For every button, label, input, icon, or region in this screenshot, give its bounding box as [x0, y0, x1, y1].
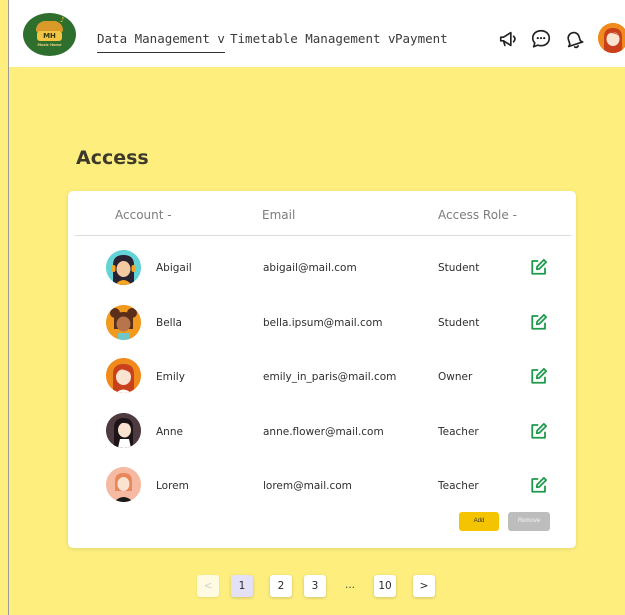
account-email: bella.ipsum@mail.com [263, 317, 383, 329]
pagination-page-10[interactable]: 10 [374, 575, 396, 597]
logo-text: MH [37, 31, 62, 41]
pagination-ellipsis: ... [344, 579, 355, 591]
music-note-icon: ♪ [60, 16, 65, 24]
edit-icon[interactable] [530, 422, 548, 440]
girl-buns-icon [106, 305, 141, 340]
table-row: Lorem lorem@mail.com Teacher [68, 462, 576, 512]
header-email: Email [262, 208, 296, 222]
megaphone-icon[interactable] [498, 28, 520, 50]
add-button[interactable]: Add [459, 512, 499, 531]
account-name: Emily [156, 371, 185, 383]
avatar [106, 305, 141, 340]
account-email: abigail@mail.com [263, 262, 357, 274]
remove-button[interactable]: Remove [508, 512, 550, 531]
access-role: Student [438, 262, 480, 274]
access-role: Teacher [438, 426, 479, 438]
chat-bubble-icon[interactable] [530, 28, 552, 50]
bell-icon[interactable] [563, 28, 585, 50]
avatar-face-icon [598, 23, 625, 53]
woman-bob-icon [106, 467, 141, 502]
account-email: anne.flower@mail.com [263, 426, 384, 438]
access-role: Teacher [438, 480, 479, 492]
pagination-next-button[interactable]: > [413, 575, 435, 597]
avatar [106, 358, 141, 393]
top-navbar: MH Music Home ♪ Data Management v Timeta… [9, 0, 625, 67]
pagination-page-1[interactable]: 1 [231, 575, 253, 597]
pagination-prev-button[interactable]: < [197, 575, 219, 597]
header-divider [75, 235, 571, 236]
user-avatar[interactable] [598, 23, 625, 53]
table-row: Bella bella.ipsum@mail.com Student [68, 297, 576, 347]
nav-payment[interactable]: Payment [395, 31, 448, 46]
account-email: lorem@mail.com [263, 480, 352, 492]
girl-headphones-icon [106, 250, 141, 285]
table-row: Abigail abigail@mail.com Student [68, 242, 576, 292]
header-account[interactable]: Account - [115, 208, 172, 222]
woman-dark-hair-icon [106, 413, 141, 448]
edit-icon[interactable] [530, 476, 548, 494]
edit-icon[interactable] [530, 367, 548, 385]
avatar [106, 250, 141, 285]
account-name: Anne [156, 426, 183, 438]
account-name: Lorem [156, 480, 189, 492]
nav-data-management[interactable]: Data Management v [97, 31, 225, 53]
girl-red-hair-icon [106, 358, 141, 393]
header-access-role[interactable]: Access Role - [438, 208, 517, 222]
edit-icon[interactable] [530, 313, 548, 331]
nav-timetable-management[interactable]: Timetable Management v [230, 31, 396, 46]
music-home-logo[interactable]: MH Music Home ♪ [23, 13, 76, 56]
avatar [106, 413, 141, 448]
pagination-page-3[interactable]: 3 [304, 575, 326, 597]
window-edge [8, 0, 9, 615]
avatar [106, 467, 141, 502]
access-role: Student [438, 317, 480, 329]
table-row: Emily emily_in_paris@mail.com Owner [68, 352, 576, 402]
access-role: Owner [438, 371, 473, 383]
edit-icon[interactable] [530, 258, 548, 276]
account-email: emily_in_paris@mail.com [263, 371, 397, 383]
account-name: Abigail [156, 262, 192, 274]
logo-subtitle: Music Home [37, 43, 62, 47]
pagination-page-2[interactable]: 2 [270, 575, 292, 597]
table-row: Anne anne.flower@mail.com Teacher [68, 407, 576, 457]
page-title: Access [76, 147, 149, 169]
account-name: Bella [156, 317, 182, 329]
